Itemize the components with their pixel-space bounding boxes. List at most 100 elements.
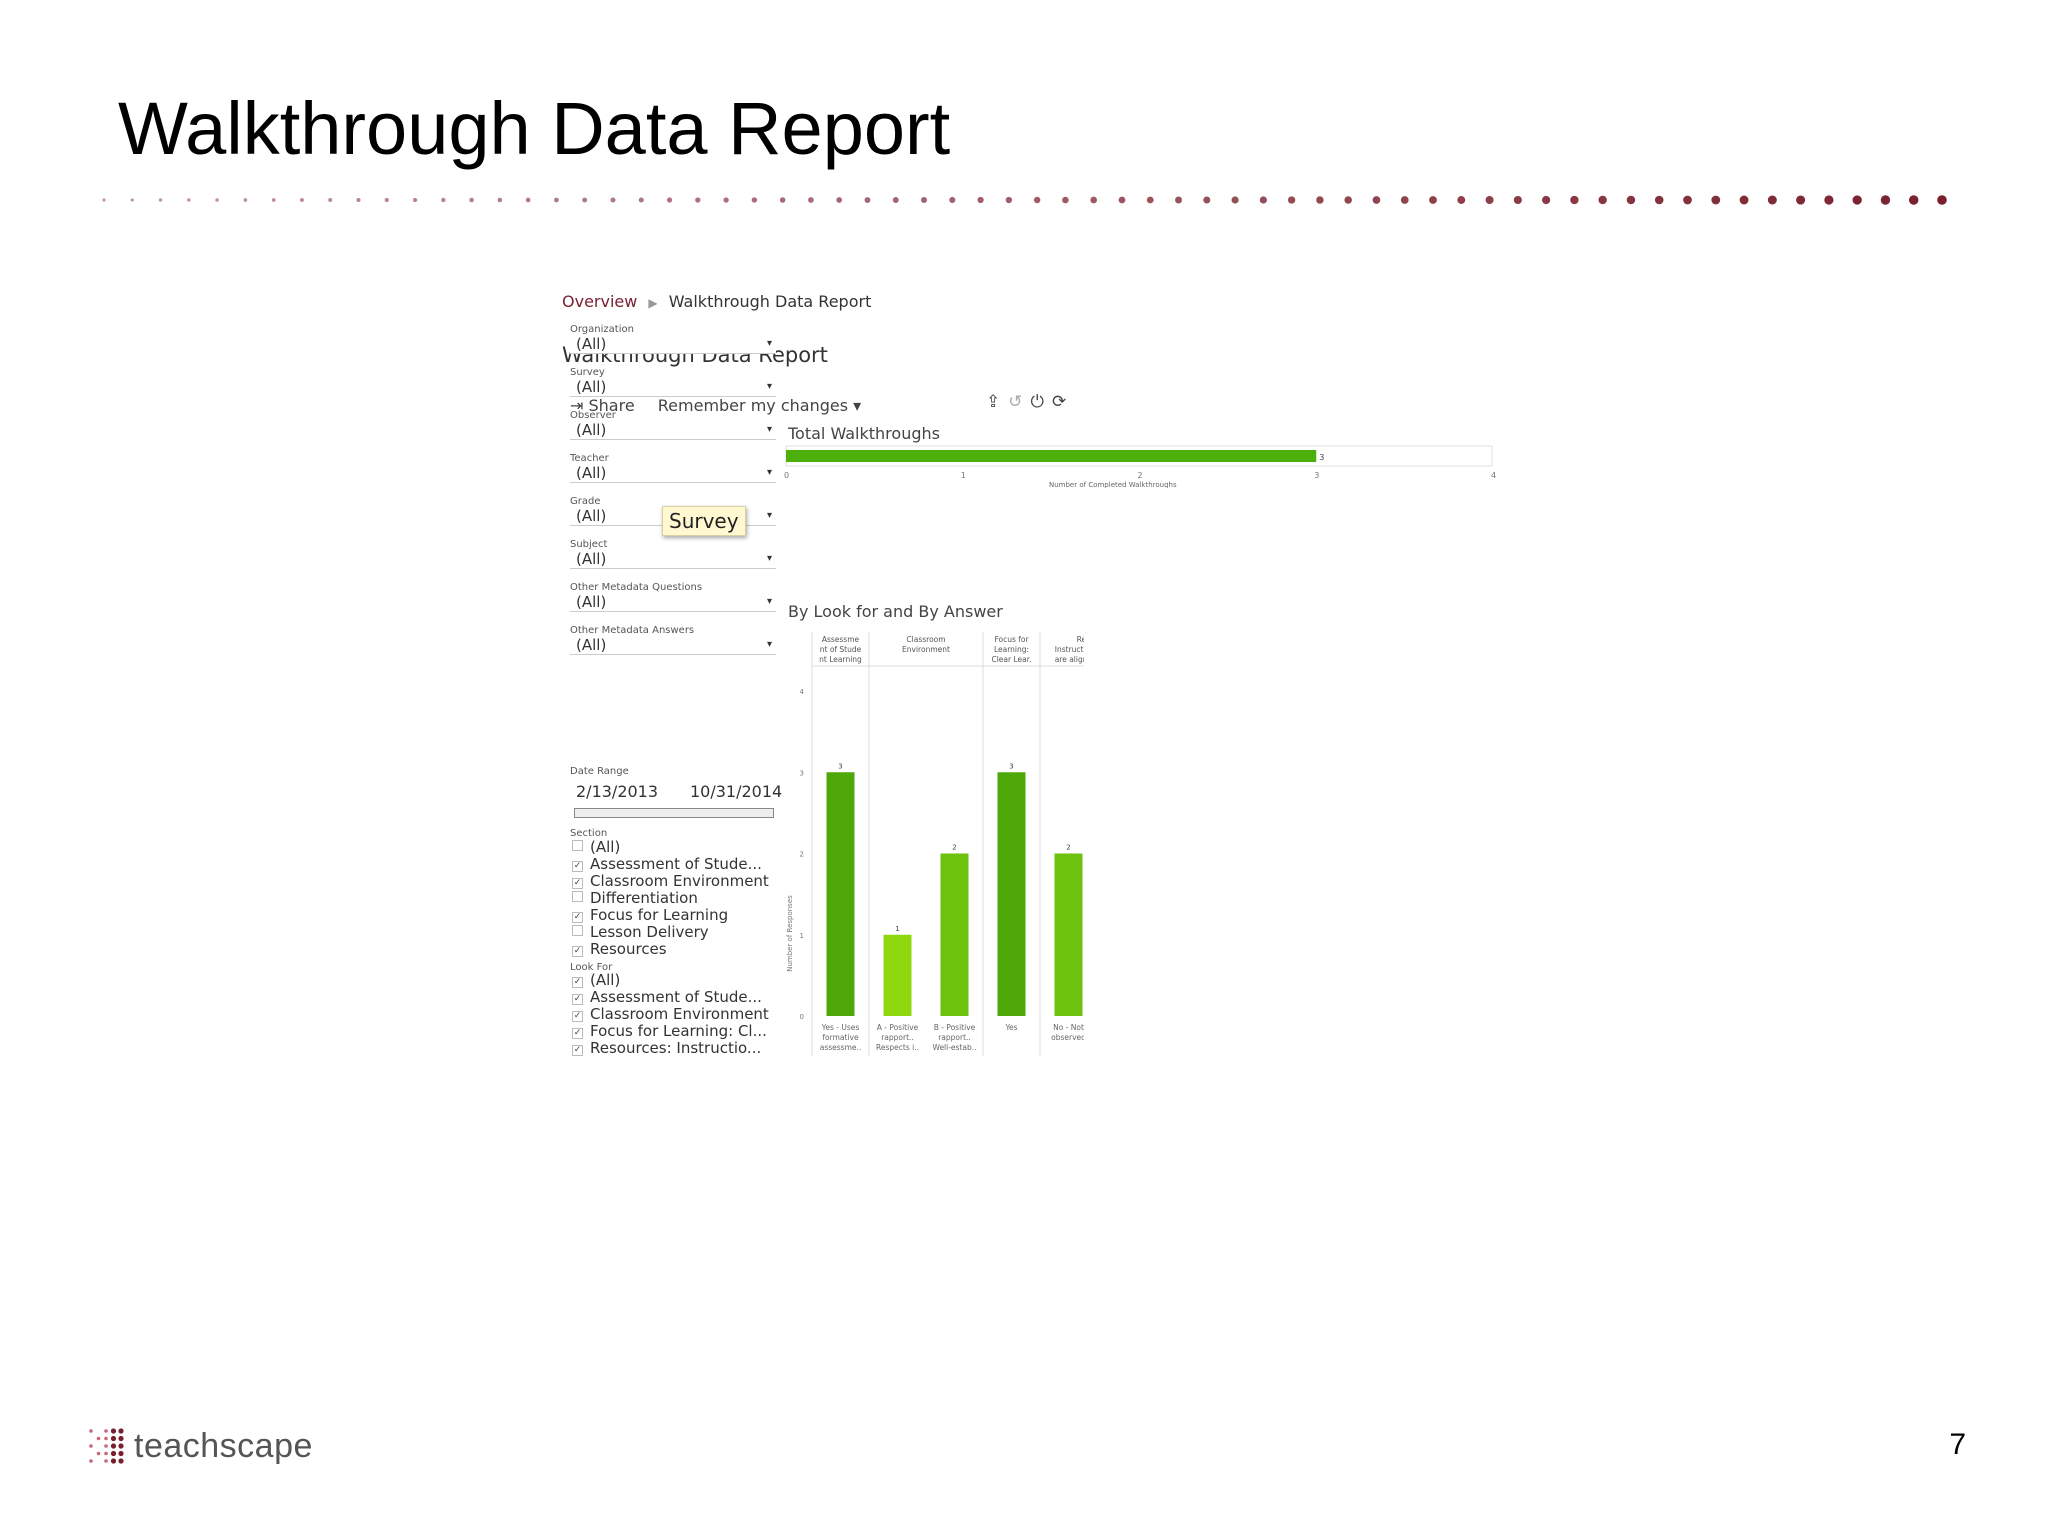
logo-dot	[104, 1436, 108, 1441]
logo-dot	[110, 1435, 117, 1442]
divider-dot	[949, 196, 956, 204]
checkbox-item[interactable]: ✓ Classroom Environment	[572, 873, 769, 890]
checkbox-item[interactable]: Lesson Delivery	[572, 924, 709, 941]
refresh-icon[interactable]: ⟳	[1052, 392, 1074, 412]
date-to-value[interactable]: 10/31/2014	[690, 782, 782, 801]
divider-dot	[808, 197, 814, 203]
survey-tooltip: Survey	[662, 506, 746, 536]
checkbox-item[interactable]: ✓ Resources	[572, 941, 667, 958]
divider-dot	[1062, 196, 1069, 204]
chevron-down-icon: ▾	[766, 639, 772, 650]
checkbox-item[interactable]: ✓ Assessment of Stude...	[572, 856, 762, 873]
filter-select[interactable]: (All) ▾	[570, 334, 776, 354]
checkbox-item[interactable]: (All)	[572, 839, 620, 856]
checkbox-item[interactable]: ✓ Resources: Instructio...	[572, 1040, 761, 1057]
category-tick-label: rapport..	[938, 1033, 971, 1042]
logo-dot	[110, 1443, 117, 1449]
checkbox-item[interactable]: ✓ (All)	[572, 972, 620, 989]
chevron-down-icon: ▾	[766, 467, 772, 478]
divider-dot	[864, 197, 871, 203]
checkbox-checked-icon[interactable]: ✓	[572, 1011, 583, 1022]
checkbox-checked-icon[interactable]: ✓	[572, 912, 583, 923]
checkbox-item[interactable]: ✓ Classroom Environment	[572, 1006, 769, 1023]
divider-dot	[582, 197, 588, 203]
divider-dot	[1175, 196, 1182, 204]
divider-dot	[1231, 196, 1239, 204]
filter-select[interactable]: (All) ▾	[570, 592, 776, 612]
checkbox-item[interactable]: Differentiation	[572, 890, 698, 907]
divider-dot	[1683, 195, 1692, 205]
chevron-down-icon: ▾	[766, 596, 772, 607]
divider-dot	[1626, 195, 1636, 205]
bar-data-label: 1	[895, 925, 899, 933]
divider-dot	[1090, 196, 1098, 204]
x-axis-label: Number of Completed Walkthroughs	[1049, 481, 1177, 488]
divider-dot	[1570, 195, 1579, 205]
logo-dot	[96, 1436, 101, 1441]
checkbox-label: Classroom Environment	[590, 872, 769, 890]
group-header-label: Environment	[902, 645, 950, 654]
divider-dot	[921, 196, 928, 204]
divider-dot	[1711, 195, 1721, 205]
logo-dot	[118, 1458, 124, 1464]
walkthrough-report-screenshot: Overview ▶ Walkthrough Data Report Walkt…	[560, 288, 1500, 1348]
checkbox-checked-icon[interactable]: ✓	[572, 994, 583, 1005]
undo-icon[interactable]: ↺	[1008, 392, 1030, 412]
checkbox-checked-icon[interactable]: ✓	[572, 861, 583, 872]
checkbox-unchecked-icon[interactable]	[572, 840, 583, 851]
date-from-value[interactable]: 2/13/2013	[576, 782, 658, 801]
divider-dot	[666, 197, 673, 203]
divider-dot	[751, 197, 758, 203]
divider-dot	[1796, 195, 1806, 205]
checkbox-checked-icon[interactable]: ✓	[572, 1045, 583, 1056]
checkbox-unchecked-icon[interactable]	[572, 925, 583, 936]
checkbox-item[interactable]: ✓ Focus for Learning	[572, 907, 728, 924]
category-tick-label: assessme..	[820, 1043, 862, 1052]
checkbox-label: Assessment of Stude...	[590, 855, 762, 873]
group-header-label: Instructional materials	[1055, 645, 1084, 654]
checkbox-label: Focus for Learning	[590, 906, 729, 924]
x-tick-label: 1	[961, 471, 966, 480]
filter-select[interactable]: (All) ▾	[570, 377, 776, 397]
checkbox-checked-icon[interactable]: ✓	[572, 878, 583, 889]
checkbox-item[interactable]: ✓ Focus for Learning: Cl...	[572, 1023, 767, 1040]
remember-changes-dropdown[interactable]: Remember my changes ▾	[658, 396, 861, 415]
breadcrumb-overview-link[interactable]: Overview	[562, 292, 637, 311]
divider-dot	[1542, 195, 1551, 205]
checkbox-item[interactable]: ✓ Assessment of Stude...	[572, 989, 762, 1006]
dotted-divider	[102, 195, 1947, 205]
divider-dot	[638, 197, 644, 203]
filter-select[interactable]: (All) ▾	[570, 549, 776, 569]
logo-dot	[104, 1444, 108, 1448]
divider-dot	[1457, 196, 1466, 204]
breadcrumb-separator-icon: ▶	[648, 296, 658, 310]
group-header-label: Learning:	[994, 645, 1029, 654]
power-icon[interactable]: ⏻	[1031, 392, 1052, 412]
logo-dot	[104, 1459, 108, 1463]
divider-dot	[243, 198, 248, 202]
filter-select[interactable]: (All) ▾	[570, 635, 776, 655]
divider-dot	[1513, 195, 1522, 205]
divider-dot	[554, 197, 559, 203]
filter-select[interactable]: (All) ▾	[570, 463, 776, 483]
date-range-slider[interactable]	[574, 808, 774, 818]
checkbox-label: Differentiation	[590, 889, 698, 907]
logo-dot	[118, 1435, 124, 1442]
filter-select[interactable]: (All) ▾	[570, 420, 776, 440]
y-tick-label: 3	[800, 769, 804, 777]
checkbox-label: Resources: Instructio...	[590, 1039, 762, 1057]
group-header-label: Clear Lear.	[991, 655, 1031, 664]
divider-dot	[610, 197, 616, 203]
checkbox-checked-icon[interactable]: ✓	[572, 1028, 583, 1039]
logo-dot	[96, 1451, 101, 1456]
divider-dot	[1033, 196, 1041, 204]
divider-dot	[1344, 196, 1352, 204]
checkbox-unchecked-icon[interactable]	[572, 891, 583, 902]
divider-dot	[1429, 196, 1437, 204]
checkbox-checked-icon[interactable]: ✓	[572, 946, 583, 957]
checkbox-checked-icon[interactable]: ✓	[572, 977, 583, 988]
y-tick-label: 4	[800, 688, 805, 696]
export-icon[interactable]: ⇪	[986, 392, 1008, 412]
toolbar: ⇪↺⏻⟳	[986, 392, 1074, 412]
divider-dot	[412, 197, 418, 203]
